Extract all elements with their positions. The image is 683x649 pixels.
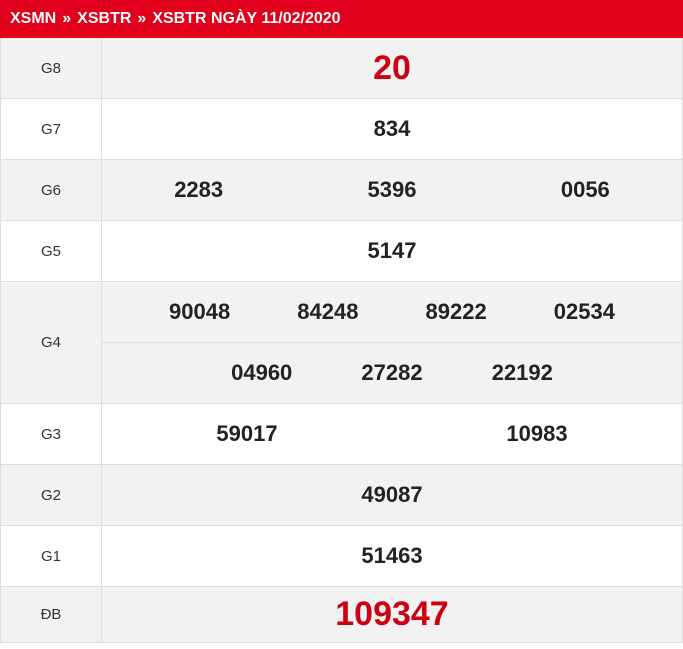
prize-label: G6 bbox=[1, 160, 102, 220]
breadcrumb-link-xsbtr[interactable]: XSBTR bbox=[77, 10, 131, 28]
prize-label: G3 bbox=[1, 404, 102, 464]
prize-number: 834 bbox=[373, 116, 411, 141]
prize-row-g6: G6 2283 5396 0056 bbox=[1, 160, 682, 221]
prize-values: 2283 5396 0056 bbox=[102, 160, 682, 220]
prize-number: 2283 bbox=[174, 177, 224, 202]
prize-row-g3: G3 59017 10983 bbox=[1, 404, 682, 465]
prize-row-g2: G2 49087 bbox=[1, 465, 682, 526]
prize-number: 51463 bbox=[361, 543, 423, 568]
prize-number: 5396 bbox=[367, 177, 417, 202]
prize-number: 84248 bbox=[297, 299, 359, 324]
prize-row-g4: G4 90048 84248 89222 02534 04960 27282 2… bbox=[1, 282, 682, 404]
breadcrumb-link-xsmn[interactable]: XSMN bbox=[10, 10, 56, 28]
prize-label: G5 bbox=[1, 221, 102, 281]
prize-number: 89222 bbox=[425, 299, 487, 324]
prize-row-g1: G1 51463 bbox=[1, 526, 682, 587]
prize-number: 10983 bbox=[506, 421, 568, 446]
prize-number: 0056 bbox=[560, 177, 610, 202]
prize-values: 49087 bbox=[102, 465, 682, 525]
prize-label: G4 bbox=[1, 282, 102, 403]
prize-number: 20 bbox=[373, 48, 411, 87]
prize-values: 834 bbox=[102, 99, 682, 159]
prize-number: 5147 bbox=[367, 238, 417, 263]
prize-values: 90048 84248 89222 02534 04960 27282 2219… bbox=[102, 282, 682, 403]
prize-label: G7 bbox=[1, 99, 102, 159]
breadcrumb: XSMN » XSBTR » XSBTR NGÀY 11/02/2020 bbox=[0, 0, 683, 38]
prize-number: 59017 bbox=[216, 421, 278, 446]
prize-row-g5: G5 5147 bbox=[1, 221, 682, 282]
prize-label: ĐB bbox=[1, 587, 102, 642]
prize-values: 51463 bbox=[102, 526, 682, 586]
prize-values: 59017 10983 bbox=[102, 404, 682, 464]
prize-row-g7: G7 834 bbox=[1, 99, 682, 160]
breadcrumb-current-page[interactable]: XSBTR NGÀY 11/02/2020 bbox=[152, 10, 340, 28]
prize-number: 90048 bbox=[169, 299, 231, 324]
prize-number: 49087 bbox=[361, 482, 423, 507]
prize-values: 20 bbox=[102, 38, 682, 98]
prize-number: 02534 bbox=[553, 299, 615, 324]
prize-values: 109347 bbox=[102, 587, 682, 642]
prize-number: 22192 bbox=[491, 360, 553, 385]
prize-number: 27282 bbox=[361, 360, 423, 385]
breadcrumb-separator: » bbox=[62, 10, 72, 27]
prize-label: G1 bbox=[1, 526, 102, 586]
prize-row-special: ĐB 109347 bbox=[1, 587, 682, 643]
jackpot-number: 109347 bbox=[335, 595, 449, 633]
prize-label: G8 bbox=[1, 38, 102, 98]
prize-values: 5147 bbox=[102, 221, 682, 281]
results-table: G8 20 G7 834 G6 2283 5396 0056 G5 5147 G… bbox=[0, 38, 683, 643]
prize-row-g8: G8 20 bbox=[1, 38, 682, 99]
breadcrumb-separator: » bbox=[137, 10, 147, 27]
prize-number: 04960 bbox=[231, 360, 293, 385]
prize-label: G2 bbox=[1, 465, 102, 525]
